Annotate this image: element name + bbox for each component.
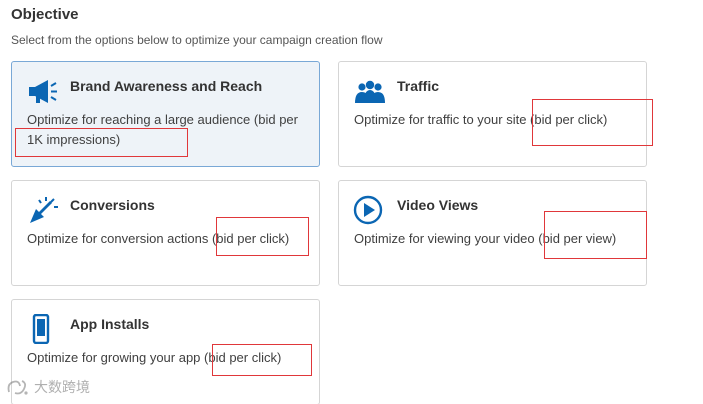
- section-title: Objective: [11, 6, 79, 23]
- mobile-phone-icon: [26, 314, 60, 344]
- section-subtitle: Select from the options below to optimiz…: [11, 33, 383, 47]
- watermark: 大数跨境: [6, 377, 90, 397]
- option-description: Optimize for conversion actions (bid per…: [27, 231, 290, 246]
- option-card-traffic[interactable]: Traffic Optimize for traffic to your sit…: [338, 61, 647, 167]
- option-title: App Installs: [70, 316, 150, 332]
- people-icon: [353, 76, 387, 106]
- cursor-click-icon: [26, 195, 60, 225]
- option-title: Conversions: [70, 197, 155, 213]
- megaphone-icon: [26, 76, 60, 106]
- option-description: Optimize for viewing your video (bid per…: [354, 231, 617, 246]
- watermark-text: 大数跨境: [34, 379, 90, 395]
- option-card-brand-awareness[interactable]: Brand Awareness and Reach Optimize for r…: [11, 61, 320, 167]
- option-card-conversions[interactable]: Conversions Optimize for conversion acti…: [11, 180, 320, 286]
- option-title: Traffic: [397, 78, 440, 94]
- option-description: Optimize for growing your app (bid per c…: [27, 350, 282, 365]
- option-title: Brand Awareness and Reach: [70, 78, 263, 94]
- option-title: Video Views: [397, 197, 479, 213]
- objective-page: Objective Select from the options below …: [0, 0, 703, 404]
- watermark-logo-icon: [7, 380, 28, 395]
- option-description: Optimize for traffic to your site (bid p…: [354, 112, 608, 127]
- play-circle-icon: [353, 195, 387, 225]
- option-card-video-views[interactable]: Video Views Optimize for viewing your vi…: [338, 180, 647, 286]
- option-description: Optimize for reaching a large audience (…: [27, 112, 298, 147]
